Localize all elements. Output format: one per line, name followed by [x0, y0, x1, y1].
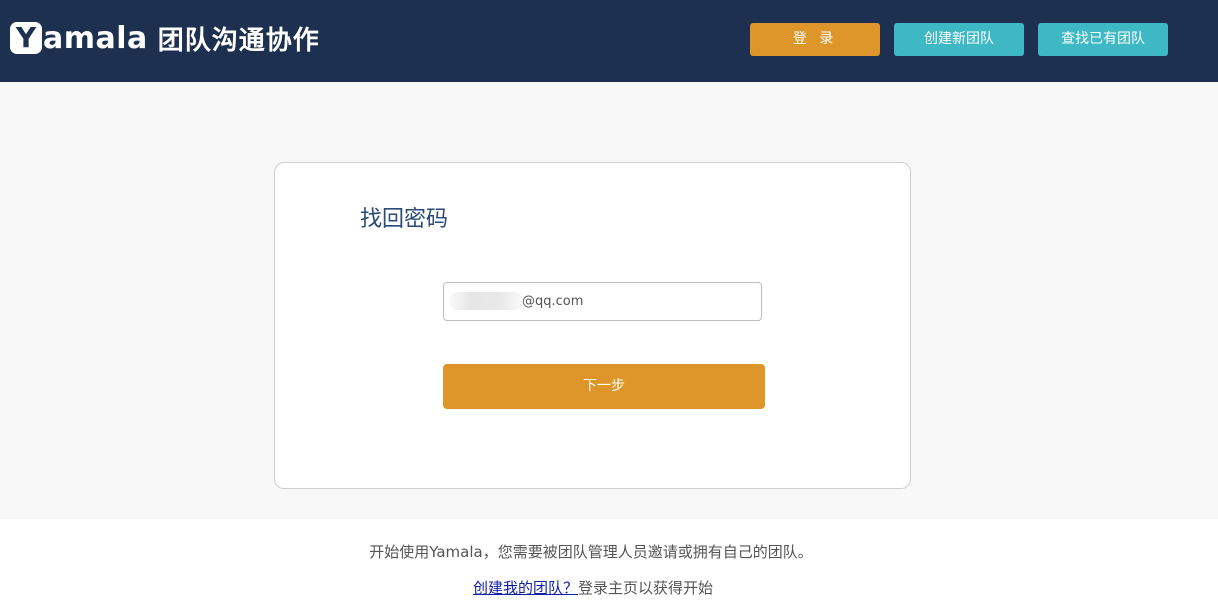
card-title: 找回密码: [360, 207, 449, 232]
recover-password-card: 找回密码 下一步: [274, 162, 911, 489]
create-team-button[interactable]: 创建新团队: [894, 23, 1024, 56]
create-my-team-link[interactable]: 创建我的团队？: [473, 579, 578, 597]
logo-wordmark: amala: [43, 20, 148, 56]
footer-suffix: 登录主页以获得开始: [578, 579, 714, 597]
find-team-button[interactable]: 查找已有团队: [1038, 23, 1168, 56]
top-header: Y amala 团队沟通协作 登 录 创建新团队 查找已有团队: [0, 0, 1218, 82]
footer-intro: 开始使用Yamala，您需要被团队管理人员邀请或拥有自己的团队。: [369, 543, 813, 561]
logo-y-mark: Y: [10, 22, 42, 54]
redacted-email-blur: [449, 292, 523, 310]
footer-links: 创建我的团队？登录主页以获得开始: [0, 577, 1186, 598]
content-band: 找回密码 下一步: [0, 82, 1218, 519]
logo-tagline: 团队沟通协作: [157, 25, 320, 56]
logo[interactable]: Y amala 团队沟通协作: [10, 18, 320, 58]
next-step-button[interactable]: 下一步: [443, 364, 765, 409]
login-button[interactable]: 登 录: [750, 23, 880, 56]
